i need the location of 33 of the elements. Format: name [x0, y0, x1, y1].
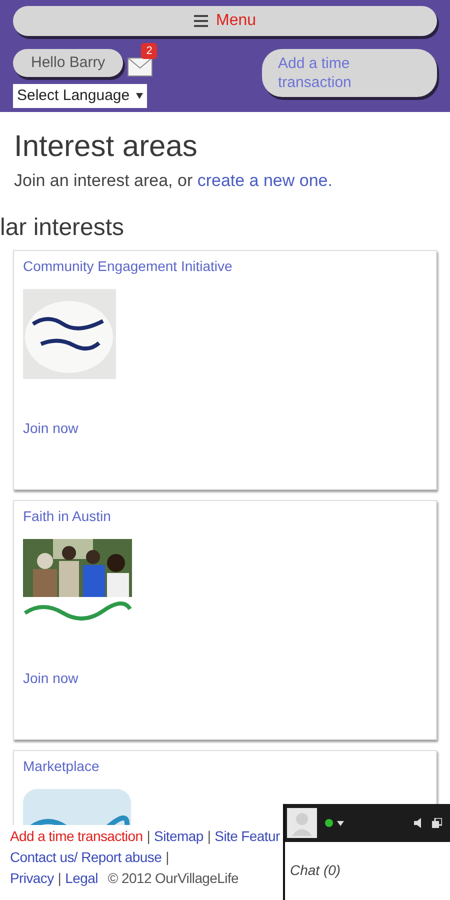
footer-link[interactable]: Site Featur [214, 827, 280, 845]
add-transaction-button[interactable]: Add a time transaction [262, 49, 437, 97]
card-title-link[interactable]: Faith in Austin [23, 506, 111, 526]
footer-link[interactable]: Sitemap [154, 827, 204, 845]
menu-icon [194, 15, 208, 27]
online-status-icon[interactable] [325, 819, 345, 827]
copyright-text: © 2012 OurVillageLife [108, 869, 239, 887]
notification-badge: 2 [141, 43, 158, 59]
avatar-icon [287, 808, 317, 838]
separator: | [58, 869, 62, 887]
intro-text: Join an interest area, or create a new one. [14, 170, 334, 192]
chat-title: Chat (0) [289, 861, 342, 880]
separator: | [207, 827, 211, 845]
join-link[interactable]: Join now [23, 668, 78, 688]
language-select[interactable]: Select Language [13, 84, 147, 108]
popout-icon[interactable] [432, 818, 442, 828]
footer-link[interactable]: Privacy [10, 869, 54, 887]
card-title-link[interactable]: Community Engagement Initiative [23, 256, 232, 276]
dropdown-icon [136, 93, 143, 99]
menu-button[interactable]: Menu [13, 6, 437, 36]
separator: | [166, 848, 169, 866]
speaker-icon[interactable] [414, 818, 424, 828]
separator: | [146, 827, 150, 845]
card-title-link[interactable]: Marketplace [23, 756, 100, 776]
page-title: Interest areas [14, 130, 198, 164]
create-link[interactable]: create a new one. [197, 171, 332, 190]
footer-link[interactable]: Add a time transaction [10, 827, 143, 845]
footer-link[interactable]: Legal [65, 869, 98, 887]
join-link[interactable]: Join now [23, 418, 78, 438]
greeting-button[interactable]: Hello Barry [13, 49, 124, 77]
footer-link[interactable]: Contact us/ Report abuse [10, 848, 162, 866]
envelope-icon[interactable] [127, 57, 154, 77]
section-heading: lar interests [0, 214, 126, 242]
